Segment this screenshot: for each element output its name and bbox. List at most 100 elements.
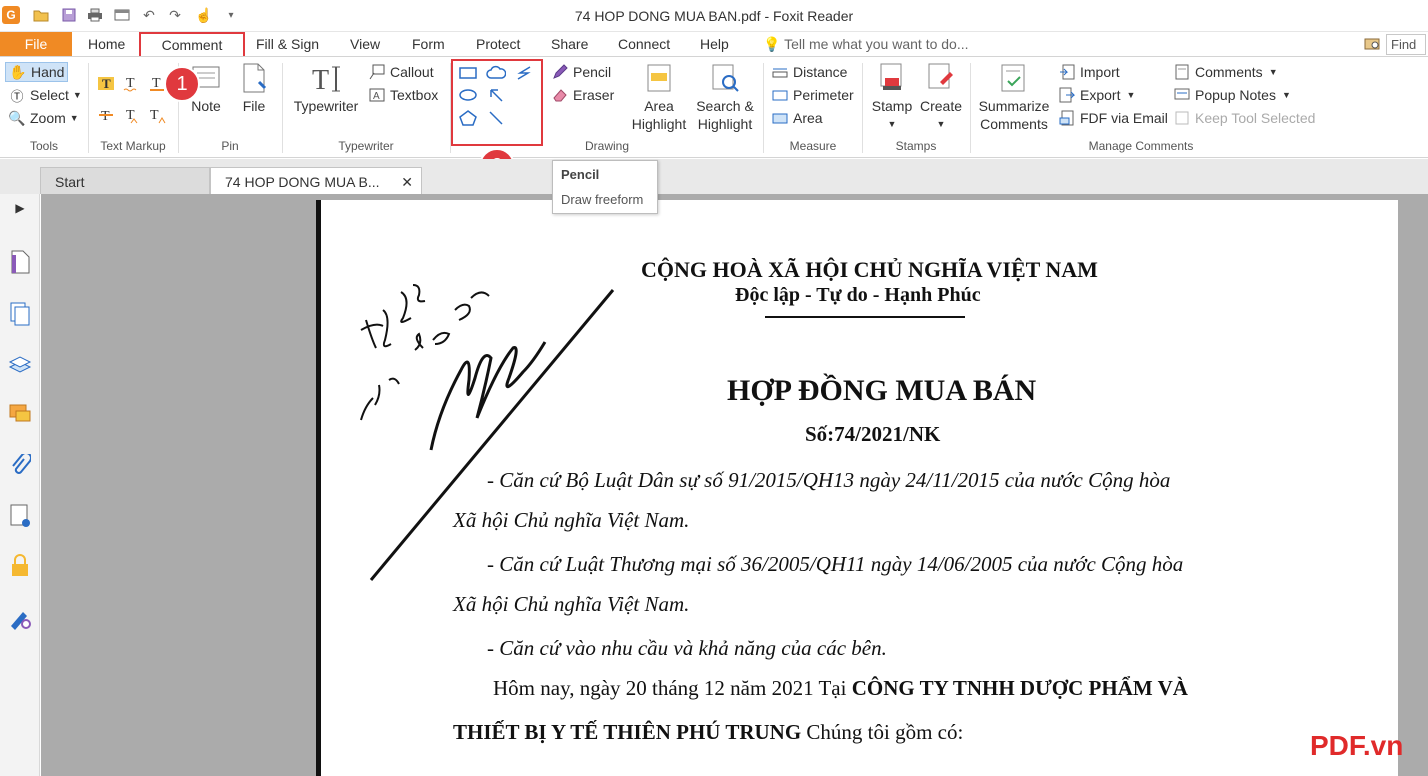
step-badge-1: 1 [164, 66, 200, 102]
expand-panel-icon[interactable]: ▶ [6, 198, 34, 218]
tell-me-text: Tell me what you want to do... [784, 36, 969, 52]
file-attach-icon [238, 61, 270, 95]
area-highlight-label-2: Highlight [631, 116, 687, 132]
group-label-pin: Pin [221, 139, 239, 153]
tab-protect[interactable]: Protect [476, 36, 520, 52]
tab-file[interactable]: File [0, 32, 72, 56]
keep-tool-selected-checkbox[interactable]: Keep Tool Selected [1173, 108, 1315, 128]
callout-label: Callout [390, 64, 434, 80]
summarize-label-1: Summarize [978, 98, 1050, 114]
document-line: - Căn cứ vào nhu cầu và khả năng của các… [487, 636, 887, 660]
summarize-comments-button[interactable]: Summarize Comments [976, 61, 1052, 133]
perimeter-button[interactable]: Perimeter [771, 85, 854, 105]
search-highlight-label-2: Highlight [697, 116, 753, 132]
search-highlight-button[interactable]: Search & Highlight [692, 61, 758, 133]
comments-label: Comments [1195, 64, 1263, 80]
insert-text-icon[interactable]: T [146, 105, 168, 125]
pdf-page: CỘNG HOÀ XÃ HỘI CHỦ NGHĨA VIỆT NAM Độc l… [316, 200, 1398, 776]
tab-comment[interactable]: Comment [139, 32, 245, 58]
comments-panel-icon[interactable] [6, 400, 34, 428]
file-attachment-button[interactable]: File [234, 61, 274, 115]
certificate-icon[interactable] [6, 604, 34, 632]
doc-tab-start[interactable]: Start [40, 167, 210, 194]
tab-form[interactable]: Form [412, 36, 445, 52]
svg-text:A: A [373, 91, 380, 102]
document-line: - Căn cứ Luật Thương mại số 36/2005/QH11… [487, 552, 1184, 576]
comments-dropdown-icon: ▼ [1268, 67, 1278, 77]
textbox-button[interactable]: A Textbox [368, 85, 438, 105]
select-tool-button[interactable]: Ⓣ Select ▼ [8, 85, 81, 105]
popup-notes-button[interactable]: Popup Notes ▼ [1173, 85, 1291, 105]
area-icon [771, 109, 789, 127]
import-button[interactable]: Import [1058, 62, 1120, 82]
search-highlight-icon [709, 61, 741, 95]
strikeout-text-icon[interactable]: T [95, 105, 117, 125]
pencil-label: Pencil [573, 64, 612, 80]
fdf-email-button[interactable]: FDF via Email [1058, 108, 1168, 128]
document-title: HỢP ĐỒNG MUA BÁN [727, 374, 1037, 407]
close-icon[interactable]: ✕ [401, 174, 413, 191]
area-highlight-button[interactable]: Area Highlight [628, 61, 690, 133]
export-button[interactable]: Export ▼ [1058, 85, 1135, 105]
document-motto: Độc lập - Tự do - Hạnh Phúc [735, 284, 981, 306]
drawing-shapes-highlight [451, 59, 543, 146]
tab-connect[interactable]: Connect [618, 36, 670, 52]
import-icon [1058, 63, 1076, 81]
pencil-icon [551, 63, 569, 81]
tab-fill-sign[interactable]: Fill & Sign [256, 36, 319, 52]
tooltip-description: Draw freeform [561, 192, 644, 207]
create-stamp-button[interactable]: Create ▼ [918, 61, 964, 133]
tab-view[interactable]: View [350, 36, 380, 52]
area-highlight-icon [643, 61, 675, 95]
textbox-icon: A [368, 86, 386, 104]
callout-icon [368, 63, 386, 81]
textbox-label: Textbox [390, 87, 439, 103]
distance-icon [771, 63, 789, 81]
squiggly-text-icon[interactable]: T [120, 73, 142, 93]
eraser-button[interactable]: Eraser [551, 85, 614, 105]
callout-button[interactable]: Callout [368, 62, 434, 82]
layers-icon[interactable] [6, 350, 34, 378]
perimeter-icon [771, 86, 789, 104]
replace-text-icon[interactable]: T [120, 105, 142, 125]
attachments-icon[interactable] [6, 452, 34, 480]
comments-dropdown-button[interactable]: Comments ▼ [1173, 62, 1278, 82]
popup-notes-label: Popup Notes [1195, 87, 1276, 103]
tab-help[interactable]: Help [700, 36, 729, 52]
tab-share[interactable]: Share [551, 36, 588, 52]
zoom-dropdown-icon: ▼ [69, 113, 79, 123]
find-input[interactable]: Find [1386, 34, 1426, 55]
tell-me-search[interactable]: 💡 Tell me what you want to do... [763, 36, 969, 53]
document-viewport[interactable]: CỘNG HOÀ XÃ HỘI CHỦ NGHĨA VIỆT NAM Độc l… [41, 194, 1428, 776]
create-stamp-icon [925, 61, 957, 95]
pages-icon[interactable] [6, 300, 34, 328]
highlight-text-icon[interactable]: T [95, 73, 117, 93]
hand-icon: ✋ [9, 63, 27, 80]
tab-home[interactable]: Home [88, 36, 125, 52]
perimeter-label: Perimeter [793, 87, 854, 103]
document-text: Hôm nay, ngày 20 tháng 12 năm 2021 Tại [493, 676, 852, 700]
doc-tab-title: 74 HOP DONG MUA B... [225, 174, 380, 190]
doc-tab-active[interactable]: 74 HOP DONG MUA B... ✕ [210, 167, 422, 194]
svg-text:T: T [126, 108, 135, 123]
hand-tool-button[interactable]: ✋ Hand [5, 62, 69, 82]
fdf-email-label: FDF via Email [1080, 110, 1168, 126]
comments-icon [1173, 63, 1191, 81]
stamp-button[interactable]: Stamp ▼ [870, 61, 914, 133]
distance-button[interactable]: Distance [771, 62, 847, 82]
lock-icon[interactable] [6, 552, 34, 580]
typewriter-button[interactable]: T Typewriter [290, 61, 362, 115]
page-thumbnail-icon[interactable] [6, 248, 34, 276]
find-box[interactable]: Find [1364, 34, 1426, 55]
zoom-tool-button[interactable]: 🔍 Zoom ▼ [8, 108, 79, 128]
pencil-button[interactable]: Pencil [551, 62, 611, 82]
group-label-measure: Measure [789, 139, 837, 153]
checkbox-icon [1173, 109, 1191, 127]
ribbon: ✋ Hand Ⓣ Select ▼ 🔍 Zoom ▼ Tools T T T T T T … [0, 56, 1428, 158]
stamp-dropdown-icon: ▼ [887, 119, 897, 129]
navigation-sidebar: ▶ [0, 194, 40, 776]
svg-text:T: T [312, 65, 329, 93]
area-button[interactable]: Area [771, 108, 823, 128]
signature-panel-icon[interactable] [6, 502, 34, 530]
hand-label: Hand [31, 64, 65, 80]
